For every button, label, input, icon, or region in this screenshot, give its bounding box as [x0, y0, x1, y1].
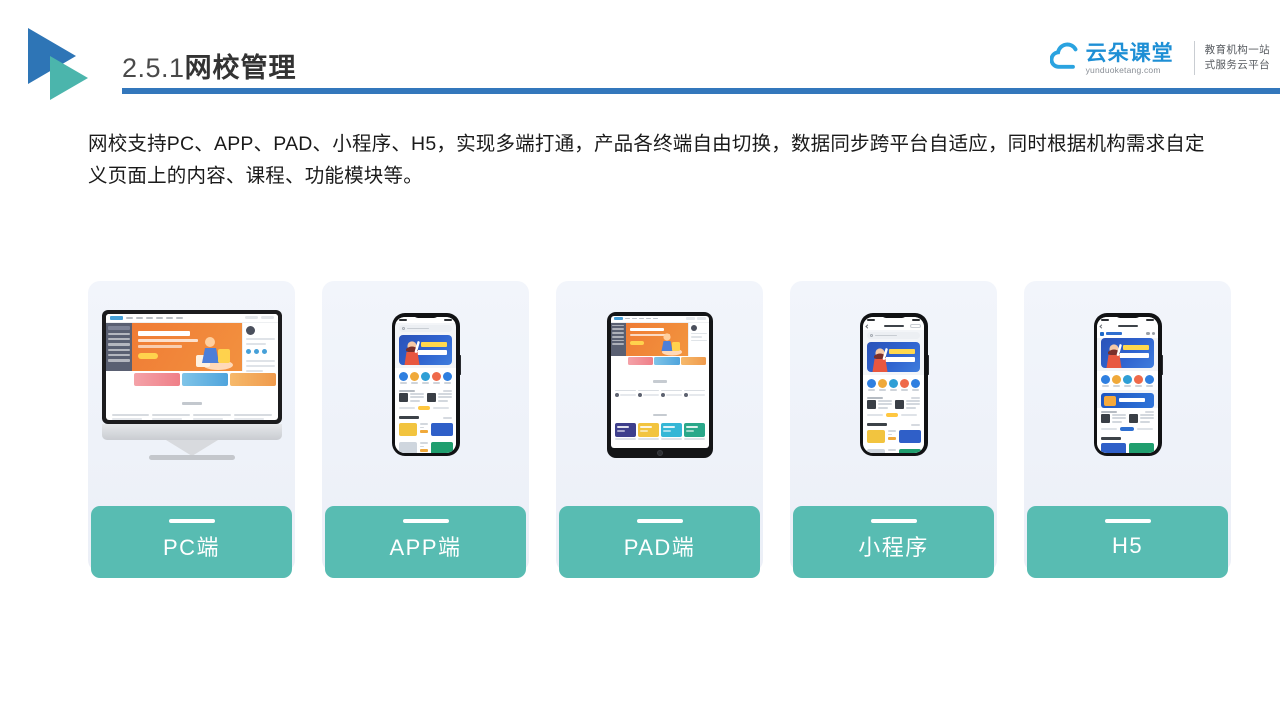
body-paragraph: 网校支持PC、APP、PAD、小程序、H5，实现多端打通，产品各终端自由切换，数…: [88, 133, 1205, 187]
platform-label-button-pc[interactable]: PC端: [91, 506, 292, 578]
brand-name-cn: 云朵课堂: [1085, 41, 1174, 65]
phone-icon: [1093, 313, 1163, 456]
device-preview-pad: [556, 281, 763, 488]
phone-notch: [880, 313, 907, 318]
banner-illustration: [661, 332, 682, 355]
title-number: 2.5.1: [122, 53, 185, 83]
cloud-icon: [1049, 42, 1078, 69]
imac-icon: [101, 309, 282, 460]
label-accent-bar: [168, 519, 215, 523]
title-main: 网校管理: [184, 53, 297, 83]
tablet-icon: [606, 311, 713, 458]
device-preview-h5: [1024, 281, 1231, 488]
brand-logo: 云朵课堂 yunduoketang.com 教育机构一站 式服务云平台: [1049, 34, 1270, 82]
miniprogram-title-bar: [863, 322, 924, 330]
banner-person-illustration: [1106, 343, 1122, 368]
brand-tagline-line1: 教育机构一站: [1204, 43, 1270, 56]
header-divider: [122, 88, 1280, 94]
platform-label-h5: H5: [1111, 533, 1144, 558]
phone-icon: [391, 313, 461, 456]
page-title: 2.5.1网校管理: [122, 46, 297, 85]
platform-card-h5[interactable]: H5: [1024, 281, 1231, 578]
app-hero-banner: [867, 341, 920, 372]
brand-tagline-line2: 式服务云平台: [1204, 59, 1270, 71]
device-preview-app: [322, 281, 529, 488]
platform-card-app[interactable]: APP端: [322, 281, 529, 578]
app-hero-banner: [399, 334, 452, 365]
banner-person-illustration: [872, 347, 888, 372]
platform-label-button-app[interactable]: APP端: [325, 506, 526, 578]
platform-card-pc[interactable]: PC端: [88, 281, 295, 578]
label-accent-bar: [870, 519, 917, 523]
app-hero-banner: [1101, 337, 1154, 368]
platform-label-pc: PC端: [162, 535, 221, 560]
h5-site-header: [1097, 329, 1158, 338]
label-accent-bar: [402, 519, 449, 523]
platform-card-list: PC端 APP端 PAD端 小程序 H5: [88, 281, 1231, 578]
platform-card-miniprogram[interactable]: 小程序: [790, 281, 997, 578]
platform-label-button-miniprogram[interactable]: 小程序: [793, 506, 994, 578]
tablet-home-button[interactable]: [656, 449, 663, 456]
phone-notch: [412, 313, 439, 318]
double-triangle-logo: [28, 28, 114, 100]
platform-label-pad: PAD端: [623, 535, 696, 560]
banner-illustration: [195, 336, 233, 370]
device-preview-pc: [88, 281, 295, 488]
label-accent-bar: [1104, 519, 1151, 523]
platform-label-button-pad[interactable]: PAD端: [559, 506, 760, 578]
brand-tagline: 教育机构一站 式服务云平台: [1205, 43, 1270, 73]
phone-notch: [1114, 313, 1141, 318]
brand-name-en: yunduoketang.com: [1085, 64, 1161, 75]
label-accent-bar: [636, 519, 683, 523]
device-preview-miniprogram: [790, 281, 997, 488]
slide-root: 2.5.1网校管理 云朵课堂 yunduoketang.com 教育机构一站 式…: [0, 0, 1280, 720]
phone-icon: [859, 313, 929, 456]
h5-secondary-banner: [1101, 392, 1154, 408]
h5-title-bar: [1097, 322, 1158, 330]
platform-card-pad[interactable]: PAD端: [556, 281, 763, 578]
brand-divider: [1193, 41, 1195, 75]
banner-person-illustration: [404, 340, 420, 365]
platform-label-app: APP端: [389, 535, 462, 560]
slide-header: 2.5.1网校管理 云朵课堂 yunduoketang.com 教育机构一站 式…: [0, 0, 1280, 110]
platform-label-miniprogram: 小程序: [858, 535, 929, 560]
platform-label-button-h5[interactable]: H5: [1027, 506, 1228, 578]
triangle-teal-icon: [50, 56, 88, 100]
